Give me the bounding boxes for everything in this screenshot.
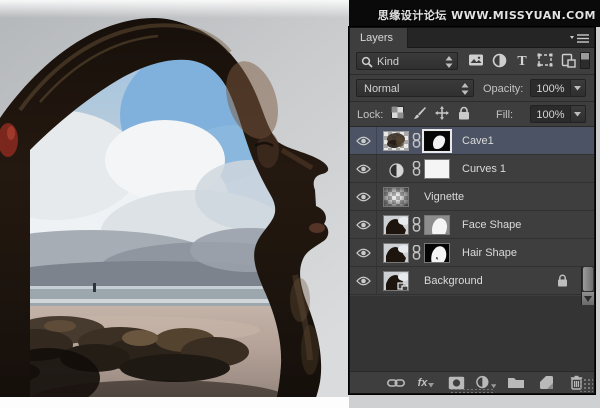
- kind-filter-dropdown[interactable]: Kind: [356, 52, 458, 70]
- layer-thumbnail[interactable]: [383, 271, 409, 291]
- panel-resize-handle[interactable]: [450, 388, 494, 393]
- visibility-eye-icon[interactable]: [350, 183, 377, 210]
- lock-transparency-icon[interactable]: [388, 106, 407, 122]
- lock-position-icon[interactable]: [432, 106, 451, 122]
- filter-type-buttons: T: [466, 52, 578, 70]
- scrollbar-down-button[interactable]: [582, 292, 594, 305]
- link-layers-icon[interactable]: [386, 375, 406, 391]
- link-icon: [412, 160, 422, 177]
- filter-adjustment-layers-icon[interactable]: [489, 52, 509, 70]
- layer-row-background[interactable]: Background: [350, 267, 594, 295]
- visibility-eye-icon[interactable]: [350, 155, 377, 182]
- layer-row-curves-1[interactable]: Curves 1: [350, 155, 594, 183]
- layer-list-empty-area[interactable]: [350, 296, 594, 371]
- layer-name[interactable]: Hair Shape: [462, 247, 517, 259]
- hair-tie-highlight: [7, 126, 15, 140]
- visibility-eye-icon[interactable]: [350, 211, 377, 238]
- visibility-eye-icon[interactable]: [350, 267, 377, 294]
- visibility-eye-icon[interactable]: [350, 127, 377, 154]
- layer-name[interactable]: Vignette: [424, 191, 464, 203]
- composite-photo: [0, 0, 349, 408]
- filter-shape-layers-icon[interactable]: [535, 52, 555, 70]
- document-canvas[interactable]: [0, 0, 349, 408]
- fx-label: fx: [417, 376, 428, 389]
- filter-smart-object-icon[interactable]: [558, 52, 578, 70]
- fill-label: Fill:: [496, 109, 514, 121]
- layer-mask-thumbnail[interactable]: [424, 215, 450, 235]
- scrollbar-thumb[interactable]: [583, 267, 593, 291]
- kind-filter-label: Kind: [377, 56, 400, 68]
- lock-label: Lock:: [357, 109, 384, 121]
- layer-thumbnail[interactable]: [383, 243, 409, 263]
- blend-row: Normal Opacity: 100%: [350, 75, 594, 102]
- fill-value[interactable]: 100%: [530, 105, 571, 123]
- tab-layers-label: Layers: [360, 32, 394, 44]
- visibility-eye-icon[interactable]: [350, 239, 377, 266]
- layers-panel: Layers Kind T Normal Opacity: 100% Lock:…: [349, 27, 595, 394]
- layer-row-cave1[interactable]: Cave1: [350, 127, 594, 155]
- lock-all-icon[interactable]: [454, 106, 473, 122]
- background-lock-icon[interactable]: [557, 274, 568, 290]
- layer-thumbnail[interactable]: [383, 131, 409, 151]
- layer-styles-fx-icon[interactable]: fx: [416, 375, 436, 391]
- filter-on-off-toggle[interactable]: [580, 52, 590, 69]
- panel-tab-bar: Layers: [350, 28, 594, 48]
- opacity-dropdown-button[interactable]: [571, 79, 586, 97]
- filter-type-layers-icon[interactable]: T: [512, 52, 532, 70]
- tab-layers[interactable]: Layers: [350, 28, 409, 48]
- top-white-band: [0, 0, 349, 18]
- lock-buttons: [388, 106, 473, 122]
- fill-dropdown-button[interactable]: [571, 105, 586, 123]
- search-icon: [361, 56, 373, 71]
- opacity-value[interactable]: 100%: [530, 79, 571, 97]
- layer-list-scrollbar[interactable]: [581, 267, 594, 305]
- panel-menu-icon[interactable]: [570, 33, 590, 44]
- layer-mask-thumbnail[interactable]: [424, 243, 450, 263]
- blend-mode-value: Normal: [364, 83, 400, 95]
- layer-row-hair-shape[interactable]: Hair Shape: [350, 239, 594, 267]
- lock-row: Lock: Fill: 100%: [350, 102, 594, 127]
- link-icon: [412, 216, 422, 233]
- layer-list: Cave1 Curves 1 Vignette Face Shape Hair …: [350, 127, 594, 295]
- layer-thumbnail[interactable]: [383, 215, 409, 235]
- distant-figure: [93, 283, 96, 292]
- link-icon: [412, 244, 422, 261]
- updown-arrows-icon: [445, 56, 453, 68]
- layer-row-vignette[interactable]: Vignette: [350, 183, 594, 211]
- watermark-text: 思缘设计论坛 WWW.MISSYUAN.COM: [377, 9, 596, 22]
- layer-mask-thumbnail[interactable]: [422, 129, 452, 153]
- layer-name[interactable]: Background: [424, 275, 483, 287]
- updown-arrows-icon: [461, 83, 469, 95]
- opacity-label: Opacity:: [483, 83, 524, 95]
- top-dark-strip: 思缘设计论坛 WWW.MISSYUAN.COM: [349, 0, 600, 27]
- layer-row-face-shape[interactable]: Face Shape: [350, 211, 594, 239]
- link-icon: [412, 132, 422, 149]
- layer-thumbnail[interactable]: [383, 187, 409, 207]
- new-group-folder-icon[interactable]: [506, 375, 526, 391]
- svg-text:T: T: [517, 54, 527, 67]
- new-layer-icon[interactable]: [536, 375, 556, 391]
- filter-row: Kind T: [350, 48, 594, 75]
- layer-mask-thumbnail[interactable]: [424, 159, 450, 179]
- bottom-white-band: [0, 397, 349, 408]
- blend-mode-dropdown[interactable]: Normal: [356, 79, 474, 97]
- layer-name[interactable]: Face Shape: [462, 219, 521, 231]
- layer-name[interactable]: Curves 1: [462, 163, 506, 175]
- layer-name[interactable]: Cave1: [462, 135, 494, 147]
- panel-resize-grip[interactable]: [579, 378, 593, 392]
- curves-adjustment-icon[interactable]: [383, 160, 409, 180]
- lock-paint-icon[interactable]: [410, 106, 429, 122]
- filter-pixel-layers-icon[interactable]: [466, 52, 486, 70]
